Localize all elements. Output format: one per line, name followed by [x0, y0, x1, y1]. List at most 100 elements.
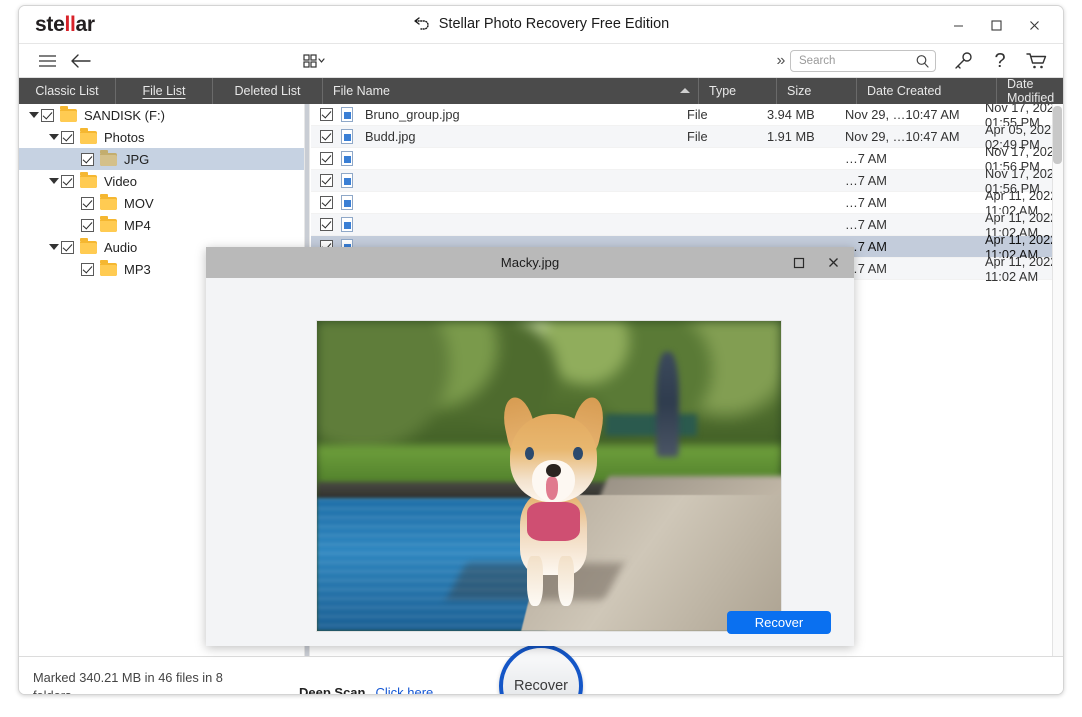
folder-icon	[80, 241, 97, 254]
marked-summary: Marked 340.21 MB in 46 files in 8 folder…	[33, 669, 248, 695]
tree-item-checkbox[interactable]	[61, 131, 74, 144]
table-row[interactable]: Bruno_group.jpgFile3.94 MBNov 29, …10:47…	[311, 104, 1063, 126]
column-header-file-name[interactable]: File Name	[323, 78, 699, 104]
column-header-date-created[interactable]: Date Created	[857, 78, 997, 104]
tree-item-checkbox[interactable]	[41, 109, 54, 122]
grid-view-icon[interactable]	[296, 44, 336, 78]
caret-placeholder-icon	[67, 192, 81, 214]
window-title-group: Stellar Photo Recovery Free Edition	[19, 16, 1063, 34]
row-checkbox[interactable]	[320, 130, 333, 143]
folder-icon	[100, 197, 117, 210]
row-file-name: Budd.jpg	[365, 129, 687, 144]
preview-maximize-button[interactable]	[782, 247, 816, 278]
tree-item-mov[interactable]: MOV	[19, 192, 304, 214]
caret-down-icon[interactable]	[47, 236, 61, 258]
hamburger-icon[interactable]	[33, 44, 61, 78]
tree-item-mp4[interactable]: MP4	[19, 214, 304, 236]
preview-recover-button[interactable]: Recover	[727, 611, 831, 634]
deep-scan-label: Deep Scan	[299, 685, 365, 695]
column-header-type[interactable]: Type	[699, 78, 777, 104]
preview-bench	[605, 414, 698, 436]
column-header-date-modified[interactable]: Date Modified	[997, 78, 1063, 104]
preview-image	[316, 320, 782, 632]
file-type-icon	[341, 173, 365, 188]
tree-item-checkbox[interactable]	[81, 153, 94, 166]
tree-item-checkbox[interactable]	[81, 197, 94, 210]
preview-dialog-body: Recover	[206, 278, 854, 646]
table-row[interactable]: Budd.jpgFile1.91 MBNov 29, …10:47 AMApr …	[311, 126, 1063, 148]
maximize-button[interactable]	[979, 6, 1013, 44]
status-footer: Marked 340.21 MB in 46 files in 8 folder…	[19, 656, 1063, 695]
row-checkbox-cell[interactable]	[311, 108, 341, 121]
row-type: File	[687, 129, 765, 144]
tree-item-sandisk-f[interactable]: SANDISK (F:)	[19, 104, 304, 126]
file-type-icon	[341, 151, 365, 166]
tree-item-jpg[interactable]: JPG	[19, 148, 304, 170]
table-row[interactable]: …7 AMNov 17, 2021 01:56 PM	[311, 170, 1063, 192]
close-button[interactable]	[1017, 6, 1051, 44]
tree-item-checkbox[interactable]	[81, 263, 94, 276]
application-window: stellar Stellar Photo Recovery Free Edit…	[18, 5, 1064, 695]
file-list-scrollbar[interactable]	[1052, 104, 1063, 656]
tree-item-label: MP4	[124, 218, 151, 233]
row-checkbox[interactable]	[320, 108, 333, 121]
row-type: File	[687, 107, 765, 122]
arrow-left-icon[interactable]	[67, 44, 95, 78]
tree-item-checkbox[interactable]	[61, 175, 74, 188]
search-box[interactable]	[790, 50, 936, 72]
caret-down-icon[interactable]	[27, 104, 41, 126]
help-icon[interactable]: ?	[985, 44, 1015, 78]
table-row[interactable]: …7 AMApr 11, 2022 11:02 AM	[311, 214, 1063, 236]
tree-item-checkbox[interactable]	[81, 219, 94, 232]
search-input[interactable]	[797, 51, 909, 71]
row-date-created: Nov 29, …10:47 AM	[845, 129, 985, 144]
scrollbar-thumb[interactable]	[1053, 106, 1062, 164]
row-checkbox-cell[interactable]	[311, 196, 341, 209]
undo-arrow-icon	[413, 16, 431, 34]
preview-close-button[interactable]	[816, 247, 850, 278]
cart-icon[interactable]	[1021, 44, 1053, 78]
folder-icon	[80, 175, 97, 188]
tree-item-checkbox[interactable]	[61, 241, 74, 254]
row-checkbox[interactable]	[320, 174, 333, 187]
tab-classic-list[interactable]: Classic List	[19, 78, 116, 104]
tree-item-photos[interactable]: Photos	[19, 126, 304, 148]
caret-down-icon[interactable]	[47, 170, 61, 192]
row-checkbox[interactable]	[320, 196, 333, 209]
title-bar: stellar Stellar Photo Recovery Free Edit…	[19, 6, 1063, 44]
row-date-created: Nov 29, …10:47 AM	[845, 107, 985, 122]
row-checkbox-cell[interactable]	[311, 174, 341, 187]
search-icon[interactable]	[915, 54, 930, 74]
key-icon[interactable]	[948, 44, 978, 78]
dog-eye-right	[573, 447, 583, 460]
caret-down-icon[interactable]	[47, 126, 61, 148]
tree-item-label: MOV	[124, 196, 154, 211]
toolbar: » ?	[19, 44, 1063, 78]
tree-item-label: Video	[104, 174, 137, 189]
folder-icon	[60, 109, 77, 122]
preview-dialog-title-bar: Macky.jpg	[206, 247, 854, 278]
minimize-button[interactable]	[941, 6, 975, 44]
table-row[interactable]: …7 AMApr 11, 2022 11:02 AM	[311, 192, 1063, 214]
row-size: 3.94 MB	[765, 107, 845, 122]
table-row[interactable]: …7 AMNov 17, 2021 01:56 PM	[311, 148, 1063, 170]
tree-item-label: Audio	[104, 240, 137, 255]
row-checkbox-cell[interactable]	[311, 152, 341, 165]
preview-dog	[493, 414, 614, 606]
row-checkbox[interactable]	[320, 218, 333, 231]
tree-item-video[interactable]: Video	[19, 170, 304, 192]
deep-scan-link[interactable]: Click here	[375, 685, 433, 695]
image-preview-dialog: Macky.jpg	[206, 247, 854, 646]
column-header-size[interactable]: Size	[777, 78, 857, 104]
preview-file-name: Macky.jpg	[501, 255, 559, 270]
tab-deleted-list[interactable]: Deleted List	[213, 78, 323, 104]
dog-leg-right	[558, 556, 574, 606]
folder-icon	[100, 219, 117, 232]
file-type-icon	[341, 107, 365, 122]
row-checkbox[interactable]	[320, 152, 333, 165]
row-date-created: …7 AM	[845, 173, 985, 188]
tab-file-list[interactable]: File List	[116, 78, 213, 104]
row-checkbox-cell[interactable]	[311, 218, 341, 231]
row-date-created: …7 AM	[845, 195, 985, 210]
row-checkbox-cell[interactable]	[311, 130, 341, 143]
